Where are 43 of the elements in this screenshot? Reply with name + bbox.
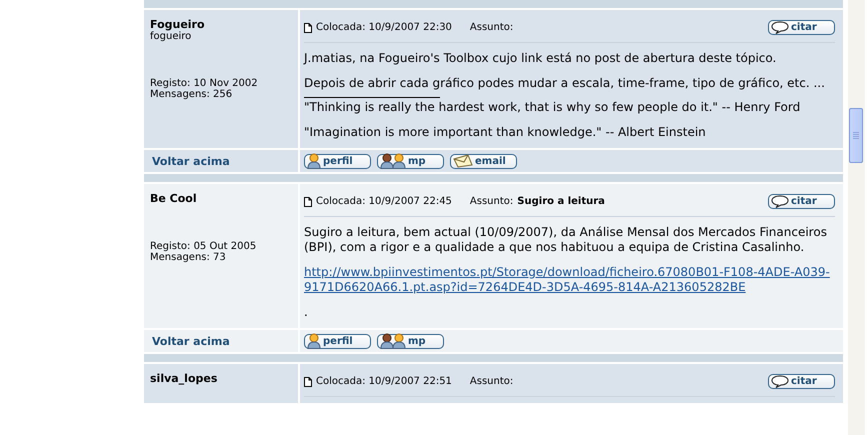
post-link[interactable]: http://www.bpiinvestimentos.pt/Storage/download/ficheiro.67080B01-F108-4ADE-A039-9171D6620A66.1.pt.asp?id=7264DE4D-3D5A-4695-814A-A213605282BE	[304, 265, 831, 295]
post-date: Colocada: 10/9/2007 22:51	[316, 376, 452, 386]
post-paragraph: Depois de abrir cada gráfico podes mudar a escala, time-frame, tipo de gráfico, etc. ...	[304, 76, 826, 91]
author-name: silva_lopes	[150, 372, 218, 385]
post-paragraph: J.matias, na Fogueiro's Toolbox cujo link está no post de abertura deste tópico.	[304, 51, 778, 66]
post-subject: Sugiro a leitura	[517, 196, 605, 206]
username: fogueiro	[150, 31, 192, 42]
post-date: Colocada: 10/9/2007 22:45	[316, 196, 452, 206]
scrollbar[interactable]	[848, 0, 865, 435]
post-date: Colocada: 10/9/2007 22:30	[316, 22, 452, 32]
document-icon	[304, 22, 312, 32]
signature-quote: "Thinking is really the hardest work, that is why so few people do it." -- Henry Ford	[304, 100, 802, 115]
registration-date: Registo: 05 Out 2005	[150, 241, 258, 252]
quote-button[interactable]: citar	[768, 194, 835, 208]
speech-bubble-icon	[771, 20, 789, 34]
quote-button[interactable]: citar	[768, 20, 835, 34]
speech-bubble-icon	[771, 194, 789, 208]
speech-bubble-icon	[771, 374, 789, 388]
document-icon	[304, 196, 312, 206]
subject-label: Assunto:	[470, 22, 514, 32]
message-button[interactable]: mp	[377, 334, 444, 348]
document-icon	[304, 376, 312, 386]
envelope-icon	[453, 154, 473, 168]
message-count: Mensagens: 256	[150, 89, 234, 100]
subject-label: Assunto:	[470, 376, 514, 386]
person-icon	[307, 153, 321, 169]
author-name: Be Cool	[150, 192, 198, 205]
post-paragraph: "Imagination is more important than knowledge." -- Albert Einstein	[304, 125, 707, 140]
email-button[interactable]: email	[450, 154, 517, 168]
subject-label: Assunto:	[470, 196, 514, 206]
message-count: Mensagens: 73	[150, 252, 227, 263]
scrollbar-thumb[interactable]	[849, 108, 863, 163]
registration-date: Registo: 10 Nov 2002	[150, 78, 259, 89]
two-people-icon	[380, 153, 406, 169]
profile-button[interactable]: perfil	[304, 334, 371, 348]
person-icon	[307, 333, 321, 349]
post-paragraph: .	[304, 305, 309, 320]
post-paragraph: Sugiro a leitura, bem actual (10/09/2007), da Análise Mensal dos Mercados Financeiros (BPI), com a rigor e a qualidade a que nos habituou a equipa de Cristina Casalinho.	[304, 225, 828, 255]
profile-button[interactable]: perfil	[304, 154, 371, 168]
author-name: Fogueiro	[150, 18, 206, 31]
two-people-icon	[380, 333, 406, 349]
message-button[interactable]: mp	[377, 154, 444, 168]
quote-button[interactable]: citar	[768, 374, 835, 388]
